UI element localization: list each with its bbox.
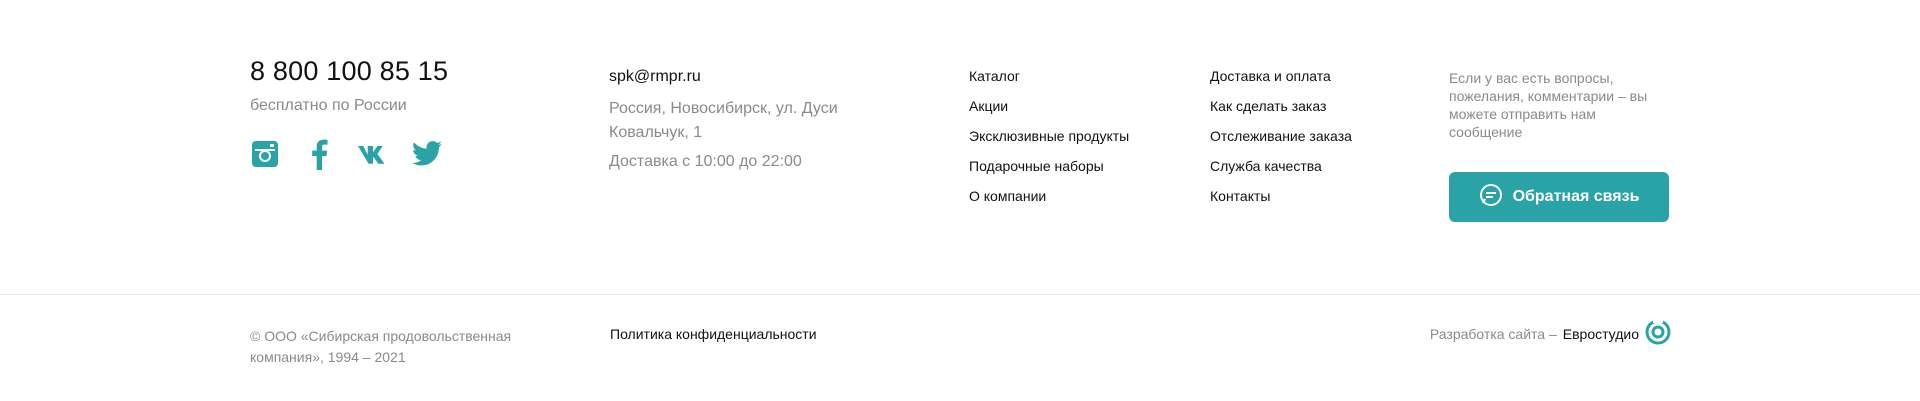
phone-note: бесплатно по России <box>250 97 407 114</box>
email-link[interactable]: spk@rmpr.ru <box>609 68 701 86</box>
chat-bubble-icon <box>1479 183 1503 212</box>
instagram-icon[interactable] <box>250 138 280 170</box>
copyright: © ООО «Сибирская продовольственная компа… <box>250 328 512 365</box>
social-links <box>250 138 442 170</box>
feedback-description: Если у вас есть вопросы, пожелания, комм… <box>1449 70 1648 140</box>
footer-nav-service: Доставка и оплата Как сделать заказ Отсл… <box>1210 67 1352 217</box>
nav-link-gift-sets[interactable]: Подарочные наборы <box>969 157 1129 187</box>
nav-link-contacts[interactable]: Контакты <box>1210 187 1352 217</box>
nav-link-order-tracking[interactable]: Отслеживание заказа <box>1210 127 1352 157</box>
vk-icon[interactable] <box>358 138 388 170</box>
delivery-hours: Доставка с 10:00 до 22:00 <box>609 153 802 170</box>
footer-bottom: © ООО «Сибирская продовольственная компа… <box>0 294 1920 401</box>
evrostudio-logo-icon[interactable] <box>1645 319 1671 348</box>
developer-link[interactable]: Евростудио <box>1563 326 1639 342</box>
footer-nav-catalog: Каталог Акции Эксклюзивные продукты Пода… <box>969 67 1129 217</box>
developer-credit: Разработка сайта – Евростудио <box>1430 319 1671 348</box>
twitter-icon[interactable] <box>412 138 442 170</box>
nav-link-exclusive-products[interactable]: Эксклюзивные продукты <box>969 127 1129 157</box>
phone-link[interactable]: 8 800 100 85 15 <box>250 56 448 87</box>
feedback-button[interactable]: Обратная связь <box>1449 172 1669 222</box>
facebook-icon[interactable] <box>304 138 334 170</box>
nav-link-how-to-order[interactable]: Как сделать заказ <box>1210 97 1352 127</box>
address: Россия, Новосибирск, ул. Дуси Ковальчук,… <box>609 100 838 141</box>
nav-link-catalog[interactable]: Каталог <box>969 67 1129 97</box>
privacy-policy-link[interactable]: Политика конфиденциальности <box>610 326 817 342</box>
footer-top: 8 800 100 85 15 бесплатно по России spk@… <box>0 0 1920 294</box>
developer-credit-prefix: Разработка сайта – <box>1429 325 1557 342</box>
nav-link-promotions[interactable]: Акции <box>969 97 1129 127</box>
feedback-button-label: Обратная связь <box>1512 188 1640 205</box>
nav-link-quality-service[interactable]: Служба качества <box>1210 157 1352 187</box>
nav-link-about[interactable]: О компании <box>969 187 1129 217</box>
nav-link-delivery-payment[interactable]: Доставка и оплата <box>1210 67 1352 97</box>
